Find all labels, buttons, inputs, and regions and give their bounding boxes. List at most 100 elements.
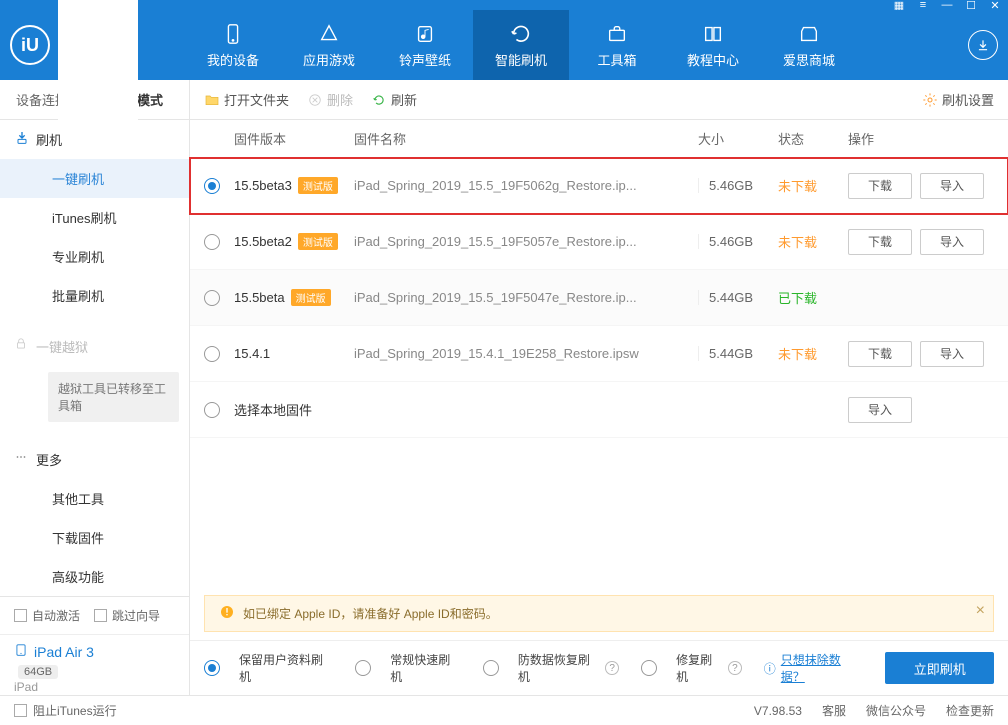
main-area: 刷机 一键刷机 iTunes刷机 专业刷机 批量刷机 一键越狱 越狱工具已转移至… [0, 120, 1008, 695]
version-cell: 15.4.1 [234, 346, 354, 361]
import-button[interactable]: 导入 [920, 341, 984, 367]
version-cell: 15.5beta3测试版 [234, 177, 354, 194]
ops-cell: 下载导入 [848, 173, 1008, 199]
row-radio[interactable] [204, 290, 220, 306]
download-manager-button[interactable] [968, 30, 998, 60]
tablet-icon [14, 643, 28, 660]
row-radio[interactable] [204, 346, 220, 362]
download-button[interactable]: 下载 [848, 229, 912, 255]
row-radio[interactable] [204, 402, 220, 418]
header-right [968, 30, 998, 60]
beta-badge: 测试版 [298, 233, 338, 250]
radio-icon [204, 660, 220, 676]
beta-badge: 测试版 [291, 289, 331, 306]
nav-flash[interactable]: 智能刷机 [473, 10, 569, 80]
info-icon: ⓘ [764, 660, 776, 677]
filename-cell: iPad_Spring_2019_15.5_19F5057e_Restore.i… [354, 234, 698, 249]
apple-id-notice: 如已绑定 Apple ID，请准备好 Apple ID和密码。 × [204, 595, 994, 632]
status-cell: 未下载 [778, 232, 848, 251]
service-link[interactable]: 客服 [822, 702, 846, 719]
opt-repair[interactable]: 修复刷机? [641, 651, 742, 685]
sidebar-section-jailbreak: 一键越狱 [0, 327, 189, 366]
gear-icon [922, 92, 938, 108]
refresh-button[interactable]: 刷新 [371, 90, 417, 109]
sidebar-item-other[interactable]: 其他工具 [0, 479, 189, 518]
opt-normal[interactable]: 常规快速刷机 [355, 651, 461, 685]
sidebar-item-oneclick[interactable]: 一键刷机 [0, 159, 189, 198]
import-button[interactable]: 导入 [920, 173, 984, 199]
delete-icon [307, 92, 323, 108]
table-row[interactable]: 15.5beta3测试版iPad_Spring_2019_15.5_19F506… [190, 158, 1008, 214]
erase-data-link[interactable]: 只想抹除数据？ [781, 651, 864, 685]
download-button[interactable]: 下载 [848, 341, 912, 367]
sidebar: 刷机 一键刷机 iTunes刷机 专业刷机 批量刷机 一键越狱 越狱工具已转移至… [0, 120, 190, 695]
sidebar-section-flash[interactable]: 刷机 [0, 120, 189, 159]
version-cell: 15.5beta2测试版 [234, 233, 354, 250]
filename-cell: iPad_Spring_2019_15.5_19F5062g_Restore.i… [354, 178, 698, 193]
table-row[interactable]: 15.4.1iPad_Spring_2019_15.4.1_19E258_Res… [190, 326, 1008, 382]
size-cell: 5.46GB [698, 178, 778, 193]
block-itunes-checkbox[interactable]: 阻止iTunes运行 [14, 702, 117, 719]
help-icon[interactable]: ? [605, 661, 619, 675]
auto-activate-checkbox[interactable]: 自动激活 [14, 607, 80, 624]
nav-toolbox[interactable]: 工具箱 [569, 10, 665, 80]
sidebar-section-more[interactable]: 更多 [0, 440, 189, 479]
opt-keep-data[interactable]: 保留用户资料刷机 [204, 651, 333, 685]
table-row[interactable]: 选择本地固件导入 [190, 382, 1008, 438]
flash-now-button[interactable]: 立即刷机 [885, 652, 994, 684]
opt-anti-recovery[interactable]: 防数据恢复刷机? [483, 651, 619, 685]
sidebar-item-batch[interactable]: 批量刷机 [0, 276, 189, 315]
open-folder-button[interactable]: 打开文件夹 [204, 90, 289, 109]
logo-icon: iU [10, 25, 50, 65]
flash-settings-button[interactable]: 刷机设置 [922, 90, 994, 109]
refresh-icon [509, 22, 533, 46]
nav-apps[interactable]: 应用游戏 [281, 10, 377, 80]
filename-cell: iPad_Spring_2019_15.4.1_19E258_Restore.i… [354, 346, 698, 361]
sidebar-item-downloadfw[interactable]: 下载固件 [0, 518, 189, 557]
status-cell: 未下载 [778, 176, 848, 195]
size-cell: 5.46GB [698, 234, 778, 249]
status-cell: 已下载 [778, 288, 848, 307]
beta-badge: 测试版 [298, 177, 338, 194]
version-cell: 15.5beta测试版 [234, 289, 354, 306]
help-icon[interactable]: ? [728, 661, 742, 675]
jailbreak-note: 越狱工具已转移至工具箱 [48, 372, 179, 422]
nav-tutorial[interactable]: 教程中心 [665, 10, 761, 80]
music-icon [413, 22, 437, 46]
download-button[interactable]: 下载 [848, 173, 912, 199]
delete-button[interactable]: 删除 [307, 90, 353, 109]
firmware-panel: 固件版本 固件名称 大小 状态 操作 15.5beta3测试版iPad_Spri… [190, 120, 1008, 695]
radio-icon [355, 660, 371, 676]
import-button[interactable]: 导入 [848, 397, 912, 423]
row-radio[interactable] [204, 178, 220, 194]
sidebar-item-pro[interactable]: 专业刷机 [0, 237, 189, 276]
radio-icon [641, 660, 657, 676]
lock-icon [14, 337, 30, 353]
phone-icon [221, 22, 245, 46]
store-icon [797, 22, 821, 46]
ops-cell: 下载导入 [848, 229, 1008, 255]
sidebar-item-advanced[interactable]: 高级功能 [0, 557, 189, 596]
table-row[interactable]: 15.5beta2测试版iPad_Spring_2019_15.5_19F505… [190, 214, 1008, 270]
nav-store[interactable]: 爱思商城 [761, 10, 857, 80]
version-label: V7.98.53 [754, 704, 802, 718]
nav-my-device[interactable]: 我的设备 [185, 10, 281, 80]
folder-icon [204, 92, 220, 108]
more-icon [14, 450, 30, 466]
flash-options-bar: 保留用户资料刷机 常规快速刷机 防数据恢复刷机? 修复刷机? ⓘ只想抹除数据？ … [190, 640, 1008, 695]
row-radio[interactable] [204, 234, 220, 250]
nav-ringtone[interactable]: 铃声壁纸 [377, 10, 473, 80]
table-row[interactable]: 15.5beta测试版iPad_Spring_2019_15.5_19F5047… [190, 270, 1008, 326]
close-notice-button[interactable]: × [976, 602, 985, 620]
import-button[interactable]: 导入 [920, 229, 984, 255]
size-cell: 5.44GB [698, 290, 778, 305]
check-update-link[interactable]: 检查更新 [946, 702, 994, 719]
status-cell: 未下载 [778, 344, 848, 363]
table-body: 15.5beta3测试版iPad_Spring_2019_15.5_19F506… [190, 158, 1008, 438]
skip-guide-checkbox[interactable]: 跳过向导 [94, 607, 160, 624]
auto-activate-row: 自动激活 跳过向导 [0, 597, 189, 634]
wechat-link[interactable]: 微信公众号 [866, 702, 926, 719]
device-card[interactable]: iPad Air 3 64GB iPad [0, 634, 189, 695]
warning-icon [219, 604, 235, 623]
sidebar-item-itunes[interactable]: iTunes刷机 [0, 198, 189, 237]
